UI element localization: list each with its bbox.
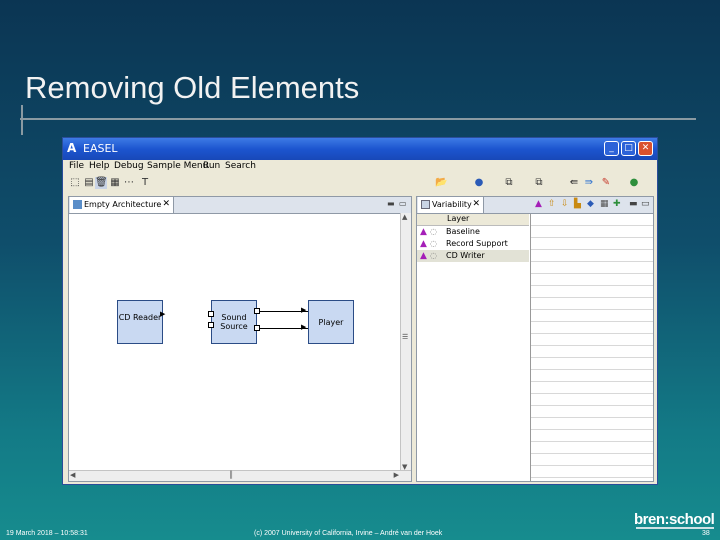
sphere-icon[interactable]: ◆ (587, 199, 594, 209)
editor-vertical-scrollbar[interactable]: ▲ ☰ ▼ (400, 213, 411, 471)
forward-icon[interactable]: ⇛ (583, 177, 595, 189)
layer-label: Baseline (446, 227, 480, 236)
node-cd-reader[interactable]: CD Reader (117, 300, 163, 344)
menu-debug[interactable]: Debug (114, 161, 144, 171)
variability-view[interactable]: Variability ✕ ▲ ⇧ ⇩ ▙ ◆ ▦ ✚ ▬ ▭ Layer ▲ … (416, 196, 654, 482)
variability-icon (421, 200, 430, 209)
list-item[interactable]: ▲ ◌ Baseline (417, 226, 529, 238)
copy-icon[interactable]: ⧉ (503, 177, 515, 189)
move-icon[interactable]: ▙ (574, 199, 581, 209)
logo-underline (636, 527, 714, 529)
open-icon[interactable]: ▤ (83, 177, 95, 189)
wand-icon[interactable]: ✎ (600, 177, 612, 189)
slide-title: Removing Old Elements (25, 70, 360, 105)
apply-icon[interactable]: ✚ (613, 199, 621, 209)
back-icon[interactable]: ⇚ (568, 177, 580, 189)
menu-run[interactable]: Run (203, 161, 220, 171)
window-titlebar[interactable]: A EASEL _ □ ✕ (63, 138, 657, 160)
menu-sample[interactable]: Sample Menu (147, 161, 208, 171)
layer-column-header[interactable]: Layer (417, 214, 529, 226)
toolbar: ⬚ ▤ 🗑 ▦ ⋯ T 📂 ● ⧉ ⧉ ⇚ ⇛ ✎ ● (63, 174, 657, 194)
tab-close-icon[interactable]: ✕ (472, 197, 480, 212)
scroll-up-icon[interactable]: ▲ (402, 213, 407, 221)
node-player[interactable]: Player (308, 300, 354, 344)
maximize-button[interactable]: □ (621, 141, 636, 156)
link-arrowhead-top: ▶ (301, 306, 307, 314)
scroll-right-icon[interactable]: ▶ (394, 471, 399, 479)
app-logo-icon: A (67, 141, 77, 155)
cut-icon[interactable]: ⋯ (123, 177, 135, 189)
page-number: 38 (702, 530, 710, 537)
architecture-editor[interactable]: Empty Architecture ✕ ▬ ▭ CD Reader ▶ Sou… (68, 196, 412, 482)
menu-bar: File Help Debug Sample Menu Run Search (63, 160, 657, 174)
globe-icon[interactable]: ● (473, 177, 485, 189)
down-arrow-icon[interactable]: ⇩ (561, 199, 569, 209)
up-arrow-icon[interactable]: ⇧ (548, 199, 556, 209)
node-sound-source[interactable]: Sound Source (211, 300, 257, 344)
tab-empty-architecture[interactable]: Empty Architecture ✕ (70, 197, 174, 213)
list-item[interactable]: ▲ ◌ Record Support (417, 238, 529, 250)
title-rule-accent (21, 105, 23, 135)
layer-header-label: Layer (447, 214, 470, 223)
title-rule (20, 118, 696, 120)
layer-icon: ▲ (420, 239, 427, 249)
diagram-icon (73, 200, 82, 209)
tab-variability[interactable]: Variability ✕ (418, 197, 484, 213)
visibility-icon[interactable]: ◌ (430, 226, 437, 238)
minimize-button[interactable]: _ (604, 141, 619, 156)
layer-icon: ▲ (420, 251, 427, 261)
add-layer-icon[interactable]: ▲ (535, 199, 542, 209)
footer-copyright: (c) 2007 University of California, Irvin… (254, 530, 443, 537)
run-icon[interactable]: ● (628, 177, 640, 189)
cd-reader-out-port[interactable]: ▶ (160, 311, 165, 318)
scroll-thumb-h[interactable]: ║ (229, 471, 233, 479)
easel-window[interactable]: A EASEL _ □ ✕ File Help Debug Sample Men… (62, 137, 658, 485)
minimize-panel-icon[interactable]: ▬ (629, 199, 638, 209)
tab-close-icon[interactable]: ✕ (162, 197, 170, 212)
maximize-panel-icon[interactable]: ▭ (399, 199, 407, 208)
folder-icon[interactable]: 📂 (435, 177, 447, 189)
editor-horizontal-scrollbar[interactable]: ◀ ║ ▶ (69, 470, 411, 481)
scroll-left-icon[interactable]: ◀ (70, 471, 75, 479)
list-item[interactable]: ▲ ◌ CD Writer (417, 250, 529, 262)
menu-file[interactable]: File (69, 161, 84, 171)
footer-date: 19 March 2018 – 10:58:31 (6, 530, 88, 537)
sound-source-port-2[interactable] (208, 322, 214, 328)
filter-icon[interactable]: ▦ (600, 199, 609, 209)
visibility-icon[interactable]: ◌ (430, 250, 437, 262)
maximize-panel-icon[interactable]: ▭ (641, 199, 650, 209)
paste-icon[interactable]: ⧉ (533, 177, 545, 189)
tab-label: Variability (432, 200, 472, 209)
scroll-thumb-v[interactable]: ☰ (402, 333, 408, 341)
editor-tabstrip: Empty Architecture ✕ ▬ ▭ (69, 197, 411, 214)
bren-school-logo: bren:school (634, 511, 715, 528)
new-icon[interactable]: ⬚ (69, 177, 81, 189)
text-icon[interactable]: T (139, 177, 151, 189)
layer-icon: ▲ (420, 227, 427, 237)
link-arrowhead-bottom: ▶ (301, 323, 307, 331)
column-divider[interactable] (530, 214, 531, 481)
minimize-panel-icon[interactable]: ▬ (387, 199, 395, 208)
delete-icon[interactable]: 🗑 (95, 177, 108, 189)
visibility-icon[interactable]: ◌ (430, 238, 437, 250)
menu-search[interactable]: Search (225, 161, 256, 171)
variability-tabstrip: Variability ✕ ▲ ⇧ ⇩ ▙ ◆ ▦ ✚ ▬ ▭ (417, 197, 653, 214)
save-icon[interactable]: ▦ (109, 177, 121, 189)
variability-grid (531, 214, 653, 481)
sound-source-port-1[interactable] (208, 311, 214, 317)
layer-label: Record Support (446, 239, 508, 248)
tab-label: Empty Architecture (84, 200, 162, 209)
menu-help[interactable]: Help (89, 161, 110, 171)
close-button[interactable]: ✕ (638, 141, 653, 156)
window-title: EASEL (83, 142, 118, 155)
layer-label: CD Writer (446, 251, 485, 260)
